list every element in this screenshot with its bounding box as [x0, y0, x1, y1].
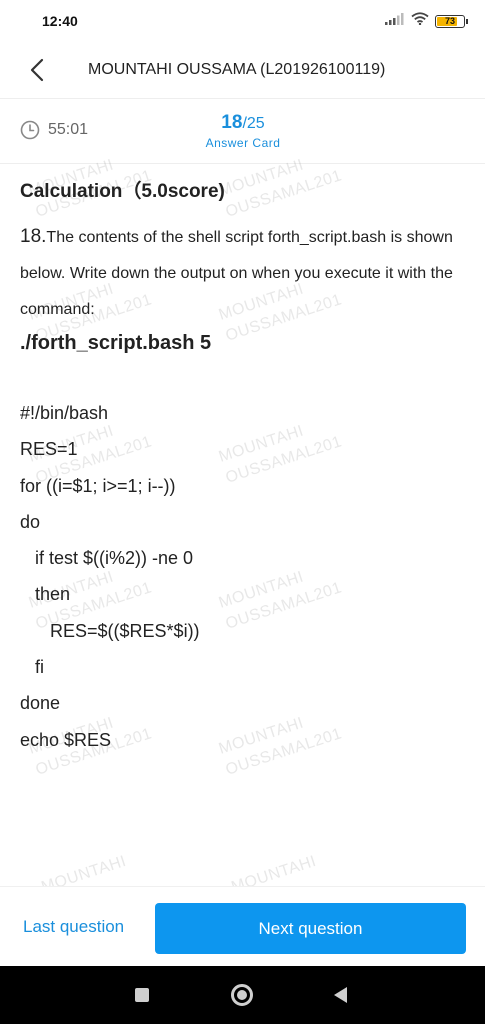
- timer-value: 55:01: [48, 121, 89, 138]
- recent-apps-icon[interactable]: [135, 988, 149, 1002]
- home-icon[interactable]: [231, 984, 253, 1006]
- wifi-icon: [411, 12, 429, 30]
- signal-icon: [385, 12, 405, 30]
- code-block: #!/bin/bash RES=1 for ((i=$1; i>=1; i--)…: [20, 395, 470, 758]
- status-time: 12:40: [42, 13, 78, 29]
- code-line: #!/bin/bash: [20, 403, 109, 423]
- progress-total: /25: [242, 115, 265, 132]
- timer-divider: [0, 163, 485, 164]
- battery-icon: 73: [435, 14, 468, 28]
- system-nav-bar: [0, 966, 485, 1024]
- question-text: The contents of the shell script forth_s…: [20, 229, 453, 318]
- back-button[interactable]: [22, 54, 54, 86]
- question-content: Calculation（5.0score) 18.The contents of…: [20, 176, 470, 758]
- section-title: Calculation（5.0score): [20, 181, 225, 202]
- status-icons: 73: [385, 12, 468, 30]
- code-line: if test $((i%2)) -ne 0: [20, 548, 194, 569]
- footer-bar: Last question Next question: [0, 886, 485, 966]
- app-header: MOUNTAHI OUSSAMA (L201926100119): [0, 44, 485, 96]
- code-line: done: [20, 693, 61, 714]
- status-bar: 12:40 73: [0, 0, 485, 42]
- answer-card-link[interactable]: Answer Card: [200, 136, 286, 150]
- chevron-left-icon: [30, 58, 44, 82]
- clock-icon: [20, 120, 40, 140]
- progress-current: 18: [221, 112, 243, 133]
- timer: 55:01: [20, 120, 88, 140]
- timer-row: 55:01 18/25 Answer Card: [0, 100, 485, 162]
- next-question-button[interactable]: Next question: [155, 903, 466, 954]
- question-progress: 18/25 Answer Card: [200, 112, 286, 150]
- back-triangle-icon[interactable]: [334, 987, 347, 1003]
- header-divider: [0, 98, 485, 99]
- battery-level: 73: [444, 16, 455, 26]
- question-text-block: 18.The contents of the shell script fort…: [20, 219, 470, 328]
- code-line: for ((i=$1; i>=1; i--)): [20, 475, 176, 496]
- question-command: ./forth_script.bash 5: [20, 332, 212, 354]
- code-line: echo $RES: [20, 729, 112, 750]
- code-line: RES=1: [20, 439, 78, 460]
- code-line: fi: [20, 657, 45, 678]
- last-question-button[interactable]: Last question: [23, 917, 124, 937]
- code-line: then: [20, 584, 71, 605]
- code-line: do: [20, 511, 41, 532]
- code-line: RES=$(($RES*$i)): [20, 620, 200, 641]
- page-title: MOUNTAHI OUSSAMA (L201926100119): [88, 61, 386, 78]
- question-number: 18.: [20, 226, 47, 247]
